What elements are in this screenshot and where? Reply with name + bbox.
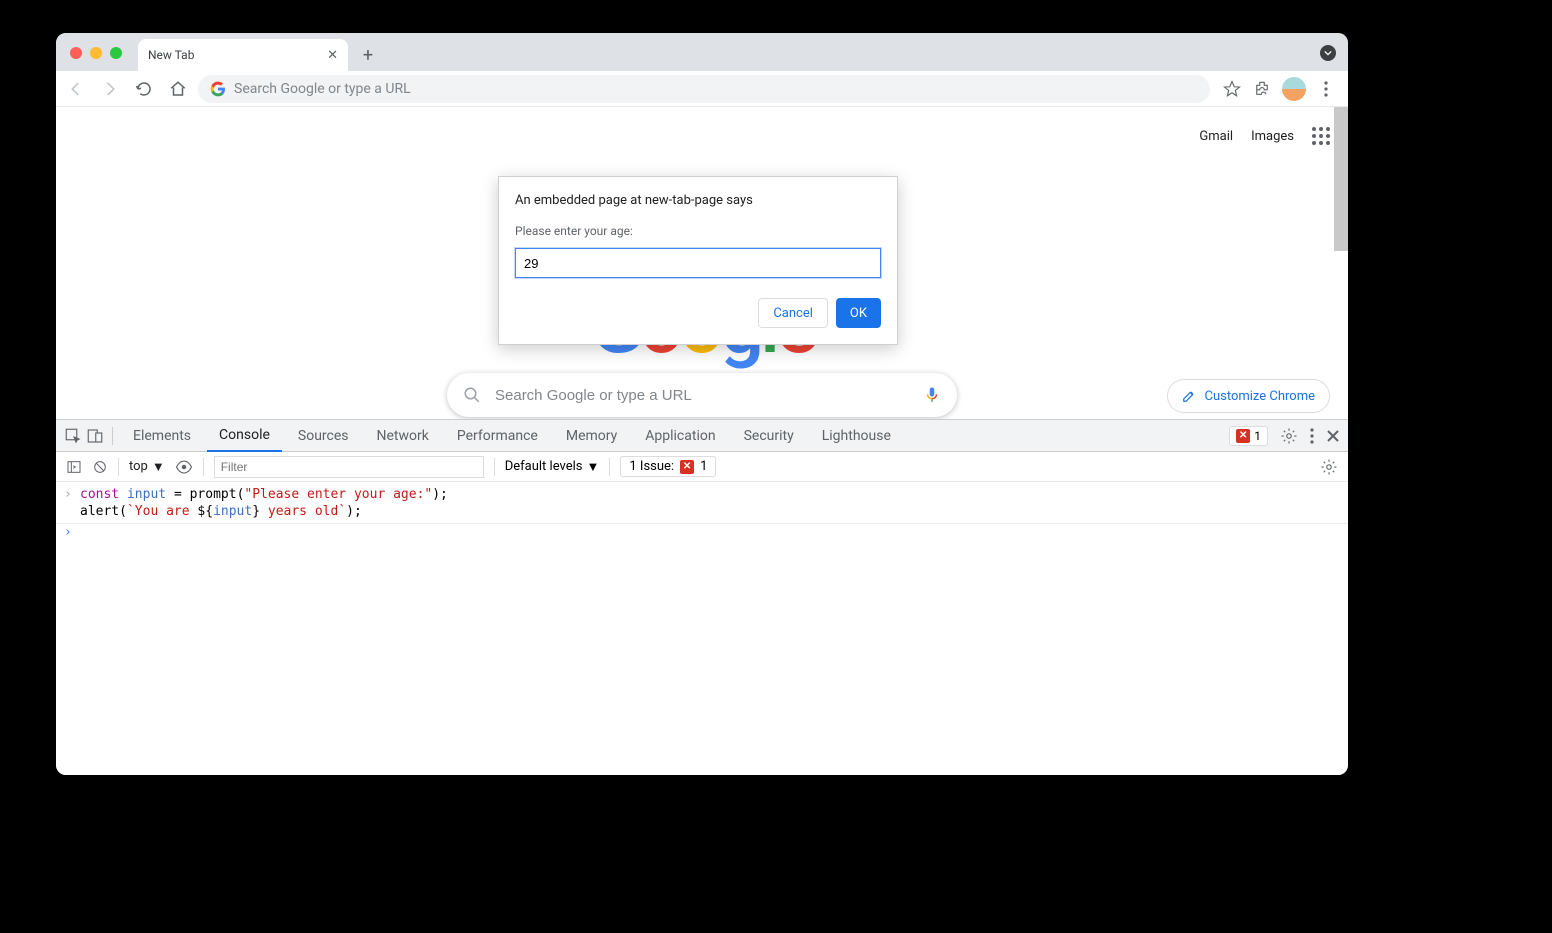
tab-strip: New Tab ✕ + — [56, 33, 1348, 71]
devtools-panel: Elements Console Sources Network Perform… — [56, 419, 1348, 775]
console-line: alert(`You are ${input} years old`); — [56, 503, 1348, 524]
page-content: Gmail Images Google Customize Chrome An … — [56, 107, 1348, 419]
console-line: › const input = prompt("Please enter you… — [56, 486, 1348, 503]
console-output[interactable]: › const input = prompt("Please enter you… — [56, 482, 1348, 775]
devtools-tab-sources[interactable]: Sources — [286, 420, 361, 452]
inspect-element-icon[interactable] — [64, 427, 82, 445]
chevron-down-icon: ▼ — [152, 459, 165, 475]
error-icon: ✕ — [1236, 429, 1250, 443]
cancel-button[interactable]: Cancel — [758, 298, 828, 328]
chrome-menu-icon[interactable] — [1316, 79, 1336, 99]
devtools-tab-network[interactable]: Network — [365, 420, 441, 452]
close-tab-icon[interactable]: ✕ — [327, 48, 338, 63]
voice-search-icon[interactable] — [923, 386, 941, 404]
chevron-down-icon: ▼ — [587, 459, 600, 475]
console-issues-pill[interactable]: 1 Issue: ✕ 1 — [620, 456, 716, 477]
devtools-menu-icon[interactable] — [1310, 428, 1314, 444]
devtools-tab-application[interactable]: Application — [633, 420, 727, 452]
new-tab-button[interactable]: + — [354, 41, 382, 69]
browser-window: New Tab ✕ + Search Google or type a URL — [56, 33, 1348, 775]
devtools-settings-icon[interactable] — [1280, 427, 1298, 445]
images-link[interactable]: Images — [1251, 129, 1294, 144]
dialog-input[interactable] — [515, 248, 881, 278]
customize-chrome-button[interactable]: Customize Chrome — [1167, 379, 1330, 413]
tab-title: New Tab — [148, 48, 194, 62]
profile-avatar[interactable] — [1282, 77, 1306, 101]
ntp-search-input[interactable] — [495, 387, 909, 404]
page-scrollbar[interactable] — [1334, 107, 1348, 251]
customize-label: Customize Chrome — [1204, 389, 1315, 404]
devtools-tab-console[interactable]: Console — [207, 420, 282, 452]
error-count: 1 — [1254, 429, 1261, 443]
devtools-error-badge[interactable]: ✕ 1 — [1229, 426, 1268, 446]
browser-toolbar: Search Google or type a URL — [56, 71, 1348, 107]
console-context-selector[interactable]: top ▼ — [129, 459, 165, 475]
search-icon — [463, 386, 481, 404]
dialog-message: Please enter your age: — [515, 224, 881, 238]
console-sidebar-toggle-icon[interactable] — [66, 459, 82, 475]
reload-button[interactable] — [130, 75, 158, 103]
devtools-tab-elements[interactable]: Elements — [121, 420, 203, 452]
console-levels-selector[interactable]: Default levels ▼ — [505, 459, 600, 475]
toolbar-actions — [1216, 77, 1342, 101]
minimize-window-button[interactable] — [90, 47, 102, 59]
address-bar[interactable]: Search Google or type a URL — [198, 75, 1210, 103]
live-expression-icon[interactable] — [175, 458, 193, 476]
devtools-tab-lighthouse[interactable]: Lighthouse — [810, 420, 903, 452]
console-filter-input[interactable] — [214, 456, 484, 478]
console-prompt[interactable]: › — [56, 524, 1348, 541]
back-button[interactable] — [62, 75, 90, 103]
omnibox-placeholder: Search Google or type a URL — [234, 81, 411, 97]
window-controls — [70, 47, 122, 59]
google-icon — [210, 81, 226, 97]
device-toolbar-icon[interactable] — [86, 427, 104, 445]
maximize-window-button[interactable] — [110, 47, 122, 59]
ok-button[interactable]: OK — [836, 298, 881, 328]
devtools-close-icon[interactable] — [1326, 429, 1340, 443]
dialog-title: An embedded page at new-tab-page says — [515, 193, 881, 208]
browser-tab[interactable]: New Tab ✕ — [138, 39, 348, 71]
bookmark-star-icon[interactable] — [1222, 79, 1242, 99]
js-prompt-dialog: An embedded page at new-tab-page says Pl… — [498, 176, 898, 345]
ntp-search-box[interactable] — [447, 373, 957, 417]
clear-console-icon[interactable] — [92, 459, 108, 475]
devtools-tabbar: Elements Console Sources Network Perform… — [56, 420, 1348, 452]
devtools-tab-security[interactable]: Security — [732, 420, 806, 452]
gmail-link[interactable]: Gmail — [1199, 129, 1233, 144]
ntp-topbar: Gmail Images — [1199, 127, 1330, 145]
error-icon: ✕ — [680, 460, 694, 474]
home-button[interactable] — [164, 75, 192, 103]
extensions-icon[interactable] — [1252, 79, 1272, 99]
console-settings-icon[interactable] — [1320, 458, 1338, 476]
tab-search-button[interactable] — [1320, 45, 1336, 61]
console-toolbar: top ▼ Default levels ▼ 1 Issue: ✕ 1 — [56, 452, 1348, 482]
devtools-tab-performance[interactable]: Performance — [445, 420, 550, 452]
forward-button[interactable] — [96, 75, 124, 103]
close-window-button[interactable] — [70, 47, 82, 59]
devtools-tab-memory[interactable]: Memory — [554, 420, 629, 452]
google-apps-icon[interactable] — [1312, 127, 1330, 145]
